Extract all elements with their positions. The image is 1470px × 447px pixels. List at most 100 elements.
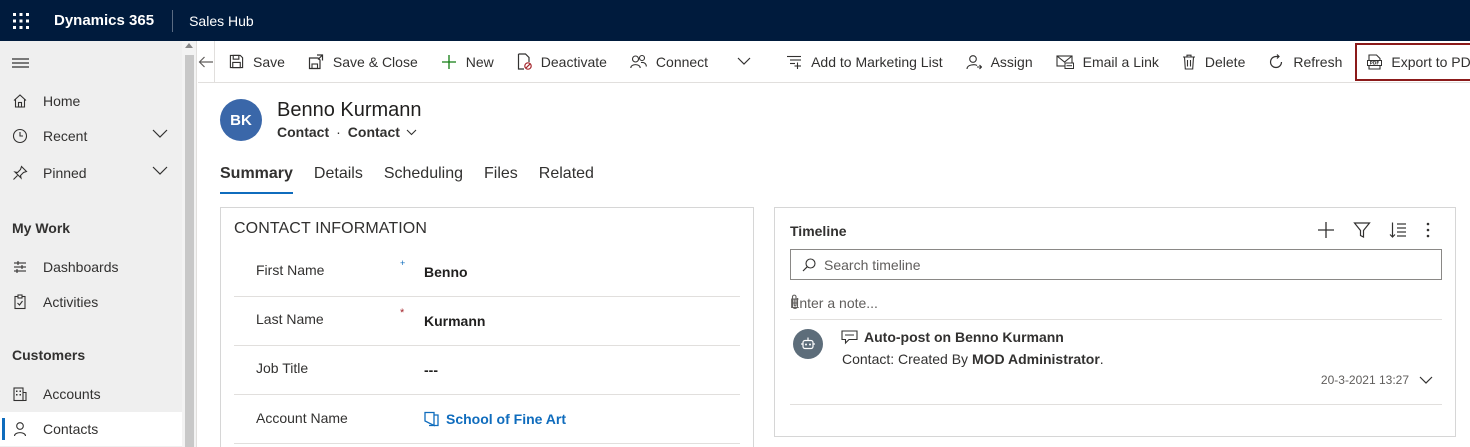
first-name-input[interactable]: Benno [424,264,468,280]
post-body: Contact: Created By MOD Administrator. [842,351,1104,367]
sidebar-item-dashboards[interactable]: Dashboards [0,250,182,284]
save-label: Save [253,53,285,70]
sidebar-item-contacts[interactable]: Contacts [0,412,182,446]
add-to-marketing-list-label: Add to Marketing List [811,53,943,70]
account-name-lookup[interactable]: School of Fine Art [424,411,566,427]
auto-post-avatar [793,329,823,359]
form-selector[interactable]: Contact [348,124,400,140]
add-timeline-item-button[interactable] [1317,221,1335,239]
chevron-down-icon[interactable] [152,129,168,139]
sidebar-item-label: Activities [43,294,99,310]
tab-details[interactable]: Details [314,165,363,193]
plus-icon [441,54,456,69]
add-list-icon [787,55,802,69]
paperclip-icon [791,294,799,310]
more-commands-button[interactable] [727,41,774,83]
timeline-title: Timeline [790,223,847,239]
filter-button[interactable] [1353,221,1371,239]
delete-button[interactable]: Delete [1170,41,1256,83]
app-name[interactable]: Sales Hub [189,13,254,29]
field-label: Job Title [256,360,309,376]
sidebar-item-label: Pinned [43,165,87,181]
sidebar-item-accounts[interactable]: Accounts [0,377,182,411]
save-button[interactable]: Save [215,41,296,83]
plus-icon [1318,222,1334,238]
connect-label: Connect [655,53,709,70]
field-label: First Name [256,262,325,278]
sidebar-item-home[interactable]: Home [0,84,182,118]
section-title: CONTACT INFORMATION [234,220,428,237]
sidebar-item-label: Contacts [43,421,99,437]
sidebar-item-label: Dashboards [43,259,119,275]
back-button[interactable] [198,40,215,83]
search-timeline-input[interactable]: Search timeline [790,249,1442,280]
post-title[interactable]: Auto-post on Benno Kurmann [841,329,1064,345]
job-title-input[interactable]: --- [424,362,438,378]
account-record-icon [424,411,439,427]
app-launcher-button[interactable] [0,0,42,41]
bot-icon [801,337,815,350]
sidebar: Home Recent Pinned My Work Dashboards Ac… [0,41,182,447]
delete-label: Delete [1204,53,1246,70]
sidebar-item-label: Home [43,93,81,109]
export-to-pdf-button[interactable]: PDF Export to PDF [1355,42,1470,81]
pdf-icon: PDF [1367,53,1383,70]
new-label: New [465,53,494,70]
section-title-my-work: My Work [12,220,71,236]
sidebar-item-activities[interactable]: Activities [0,285,182,319]
sidebar-item-pinned[interactable]: Pinned [0,156,182,190]
dashboard-icon [11,258,29,276]
avatar: BK [220,99,262,141]
site-map-toggle[interactable] [12,58,29,68]
assign-button[interactable]: Assign [954,41,1044,83]
deactivate-button[interactable]: Deactivate [505,41,618,83]
post-body-end: . [1099,351,1104,367]
assign-label: Assign [990,53,1033,70]
tab-related[interactable]: Related [539,165,594,193]
more-options-button[interactable] [1425,221,1431,239]
hamburger-icon [12,58,29,68]
attach-button[interactable] [790,293,1436,311]
field-account-name: Account Name School of Fine Art [234,395,740,444]
post-body-text: Contact: Created By [842,351,972,367]
field-label: Last Name [256,311,324,327]
brand-title[interactable]: Dynamics 365 [54,12,154,29]
sidebar-item-recent[interactable]: Recent [0,119,182,153]
save-close-icon [308,53,324,69]
note-input[interactable]: Enter a note... [790,292,1442,320]
email-a-link-button[interactable]: Email a Link [1044,41,1170,83]
refresh-button[interactable]: Refresh [1256,41,1353,83]
scroll-up-icon[interactable] [185,43,193,48]
tab-files[interactable]: Files [484,165,518,193]
entity-name: Contact [277,124,330,140]
field-job-title: Job Title --- [234,346,740,395]
chevron-down-icon[interactable] [406,129,417,136]
search-icon [802,257,816,271]
chevron-down-icon[interactable] [1419,376,1433,385]
tab-summary[interactable]: Summary [220,165,293,194]
sort-icon [1389,222,1406,238]
person-icon [11,420,29,438]
field-label: Account Name [256,410,348,426]
account-name-link[interactable]: School of Fine Art [446,411,566,427]
sidebar-scrollbar[interactable] [182,41,197,447]
scrollbar-thumb[interactable] [185,55,194,447]
add-to-marketing-list-button[interactable]: Add to Marketing List [774,41,954,83]
building-icon [11,385,29,403]
chevron-down-icon[interactable] [152,166,168,176]
post-timestamp: 20-3-2021 13:27 [1321,373,1433,387]
save-icon [229,54,244,69]
connect-button[interactable]: Connect [618,41,719,83]
last-name-input[interactable]: Kurmann [424,313,485,329]
timeline-divider [790,404,1442,405]
field-first-name: First Name + Benno [234,248,740,297]
save-close-button[interactable]: Save & Close [296,41,429,83]
new-button[interactable]: New [429,41,505,83]
tab-scheduling[interactable]: Scheduling [384,165,463,193]
connect-icon [630,54,647,68]
form-tabs: Summary Details Scheduling Files Related [220,165,615,194]
sidebar-item-label: Accounts [43,386,101,402]
timestamp-text: 20-3-2021 13:27 [1320,373,1409,387]
sort-button[interactable] [1389,221,1407,239]
export-to-pdf-label: Export to PDF [1391,53,1470,70]
